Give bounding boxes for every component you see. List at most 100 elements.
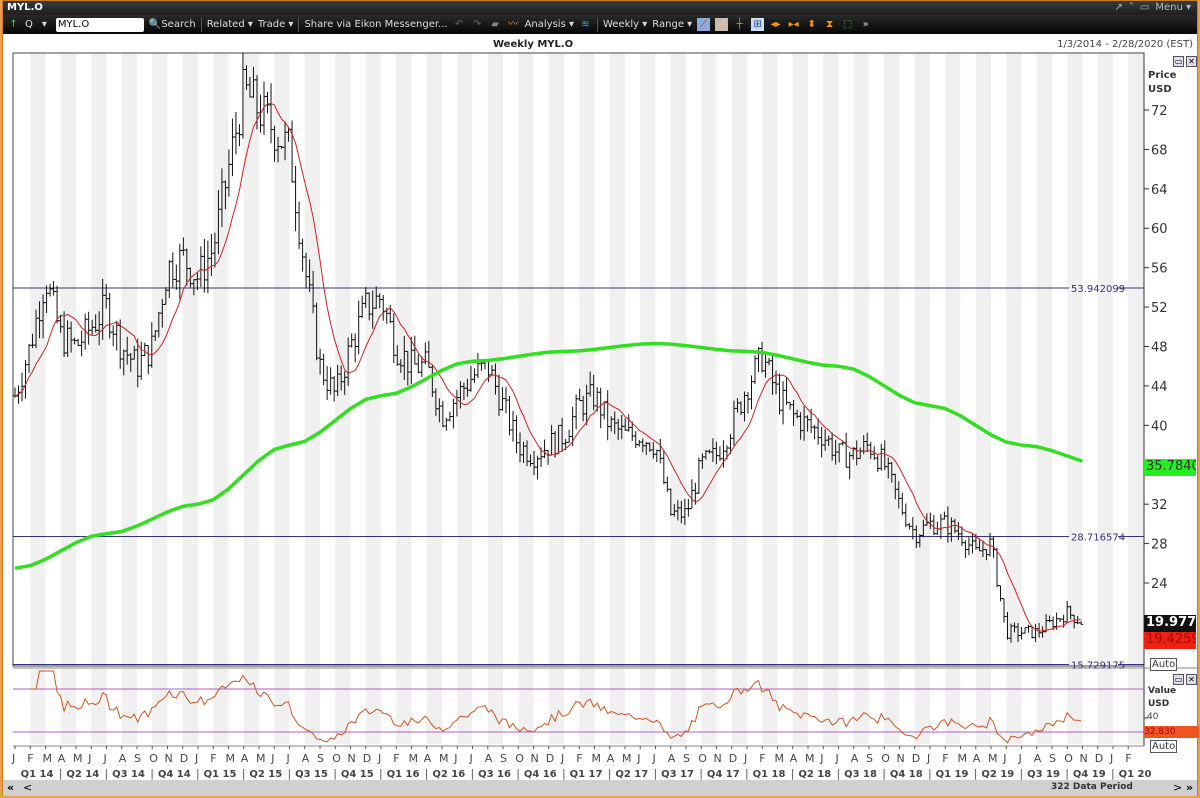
price-bar <box>717 446 722 461</box>
month-band <box>548 53 564 666</box>
price-bar <box>511 411 516 442</box>
price-bar <box>900 492 905 516</box>
month-band <box>457 669 473 744</box>
last-close-tag: 19.9776 <box>1144 615 1196 632</box>
horizontal-scrollbar[interactable]: « < 322 Data Period > » <box>3 780 1197 796</box>
quarter-label: Q1 18 <box>753 769 786 780</box>
month-label: J <box>453 752 457 765</box>
month-band <box>945 669 961 744</box>
month-band <box>1006 669 1022 744</box>
quarter-label: Q3 14 <box>112 769 145 780</box>
month-band <box>1036 669 1052 744</box>
price-bar <box>696 457 701 494</box>
quarter-label: Q2 16 <box>432 769 465 780</box>
scroll-first-button[interactable]: « <box>7 781 14 794</box>
price-bar <box>262 81 267 135</box>
y-tick-label: 40 <box>1151 419 1168 434</box>
month-band <box>396 669 412 744</box>
month-label: A <box>851 752 859 765</box>
month-band <box>304 53 320 666</box>
price-bar <box>966 537 971 556</box>
quarter-separator: | <box>928 767 932 780</box>
month-label: J <box>1002 752 1006 765</box>
price-bar <box>107 292 112 339</box>
quarter-label: Q1 17 <box>570 769 603 780</box>
minimize-pane-icon[interactable]: ▭ <box>1173 56 1184 67</box>
scroll-next-button[interactable]: > <box>1173 781 1182 794</box>
price-bar <box>605 390 610 441</box>
price-bar <box>237 124 242 147</box>
month-band <box>1128 53 1144 666</box>
price-pane-frame <box>12 52 1145 667</box>
month-band <box>60 53 76 666</box>
price-auto-button[interactable]: Auto <box>1150 658 1178 671</box>
month-label: O <box>515 752 524 765</box>
quarter-separator: | <box>1020 767 1024 780</box>
osc-currency-label: USD <box>1148 699 1170 709</box>
hline-label: 28.716574 <box>1071 533 1125 544</box>
price-bar <box>209 233 214 277</box>
price-bar <box>503 387 508 414</box>
price-bar <box>574 394 579 430</box>
month-label: J <box>286 752 290 765</box>
hline-label: 15.729175 <box>1071 660 1125 671</box>
quarter-label: Q4 17 <box>707 769 740 780</box>
price-bar <box>661 450 666 485</box>
quarter-label: Q1 19 <box>936 769 969 780</box>
month-band <box>213 669 229 744</box>
month-label: D <box>912 752 920 765</box>
month-band <box>823 669 839 744</box>
month-label: J <box>743 752 747 765</box>
month-band <box>518 669 534 744</box>
month-band <box>823 53 839 666</box>
quarter-label: Q4 18 <box>890 769 923 780</box>
price-bar <box>167 260 172 299</box>
scroll-prev-button[interactable]: < <box>23 781 32 794</box>
price-bar <box>353 333 358 363</box>
month-label: F <box>210 752 216 765</box>
month-band <box>1067 669 1083 744</box>
month-band <box>243 53 259 666</box>
price-bar <box>567 429 572 443</box>
osc-tick-label: 40 <box>1147 712 1159 722</box>
quarter-label: Q4 15 <box>341 769 374 780</box>
price-bar <box>507 395 512 436</box>
month-label: D <box>363 752 371 765</box>
minimize-pane-icon[interactable]: ▭ <box>1173 674 1184 685</box>
y-tick-label: 28 <box>1151 538 1168 553</box>
month-label: F <box>942 752 948 765</box>
price-bar <box>749 375 754 410</box>
month-label: D <box>180 752 188 765</box>
month-label: F <box>393 752 399 765</box>
month-label: J <box>377 752 381 765</box>
ma10-value-tag: 19.4259 <box>1144 632 1196 649</box>
month-band <box>548 669 564 744</box>
price-bar <box>626 414 631 432</box>
month-band <box>426 669 442 744</box>
osc-auto-button[interactable]: Auto <box>1150 740 1178 753</box>
close-pane-icon[interactable]: ✕ <box>1186 56 1197 67</box>
quarter-label: Q1 15 <box>204 769 237 780</box>
price-bar <box>293 165 298 232</box>
month-label: J <box>560 752 564 765</box>
scroll-last-button[interactable]: » <box>1186 781 1193 794</box>
month-band <box>335 669 351 744</box>
close-pane-icon[interactable]: ✕ <box>1186 674 1197 685</box>
month-band <box>182 669 198 744</box>
price-chart[interactable]: 2428323640444852566064687253.94209928.71… <box>3 1 1199 797</box>
month-label: J <box>835 752 839 765</box>
month-band <box>487 669 503 744</box>
price-bar <box>451 398 456 429</box>
month-label: J <box>819 752 823 765</box>
price-bar <box>23 360 28 399</box>
price-bar <box>570 406 575 447</box>
month-label: A <box>790 752 798 765</box>
quarter-separator: | <box>608 767 612 780</box>
month-band <box>152 53 168 666</box>
month-label: M <box>958 752 968 765</box>
price-bar <box>146 344 151 375</box>
price-bar <box>907 522 912 530</box>
month-band <box>731 669 747 744</box>
price-bar <box>360 295 365 319</box>
month-label: S <box>683 752 690 765</box>
